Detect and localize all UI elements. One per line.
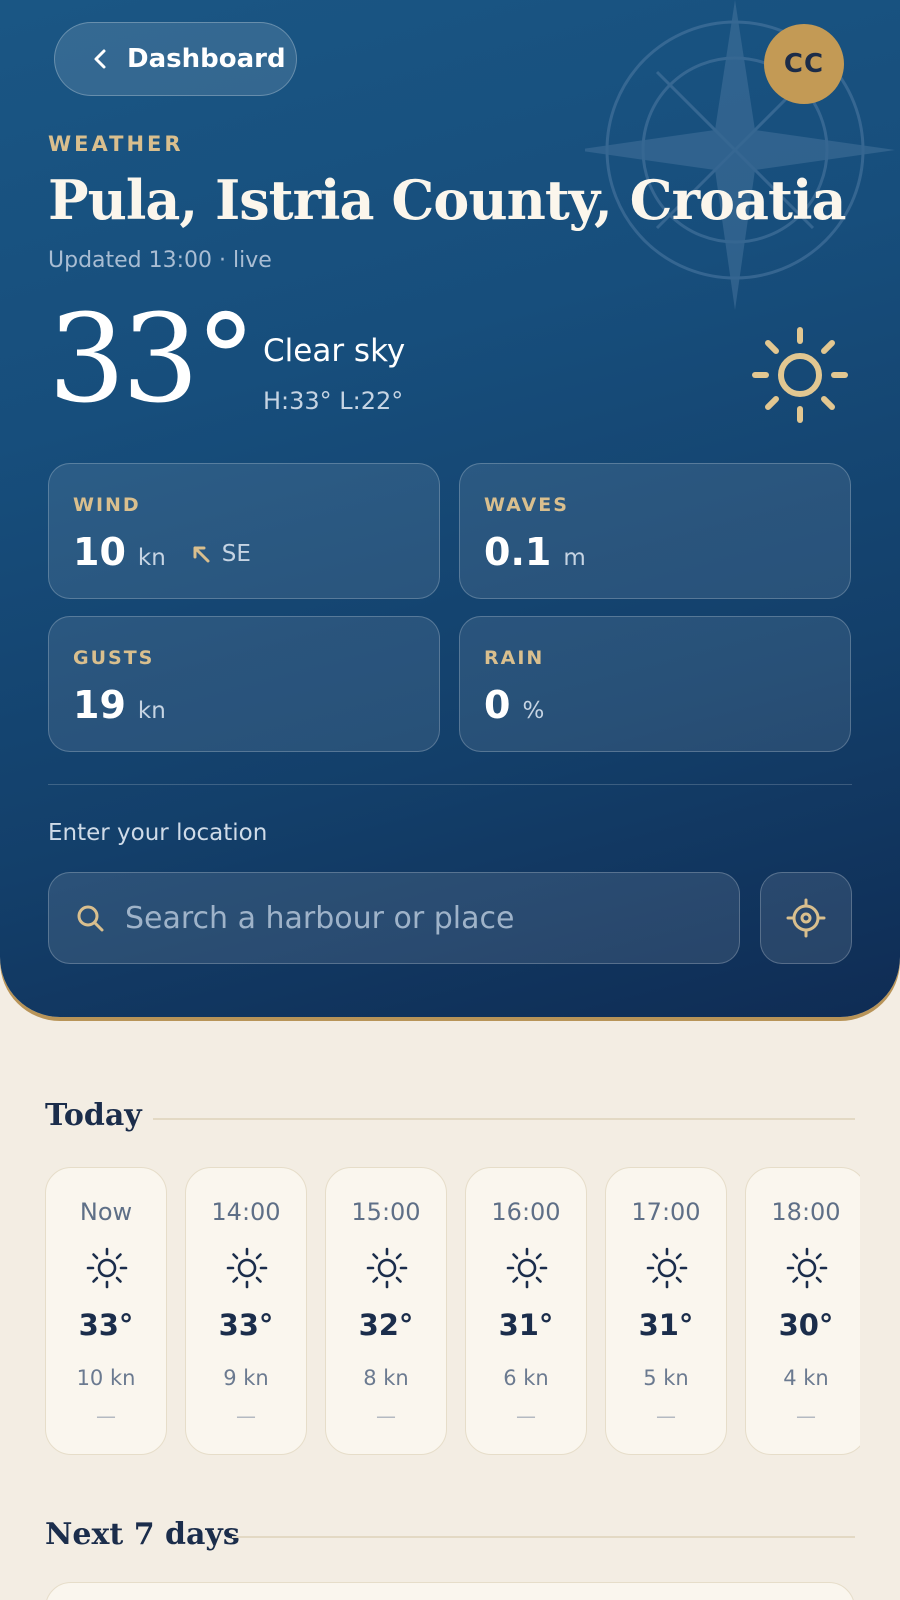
gusts-value: 19: [73, 683, 126, 727]
hour-time: 14:00: [211, 1198, 281, 1226]
hour-card[interactable]: 15:00 32° 8 kn —: [325, 1167, 447, 1455]
sun-icon: [506, 1247, 548, 1289]
hour-rain: —: [656, 1404, 676, 1428]
sun-icon: [752, 327, 848, 423]
today-divider: [153, 1118, 855, 1120]
hour-temperature: 33°: [78, 1308, 134, 1342]
hour-time: Now: [79, 1198, 133, 1226]
rain-tile: RAIN 0 %: [459, 616, 851, 752]
wind-direction: SE: [221, 541, 251, 567]
waves-label: WAVES: [484, 494, 569, 516]
section-eyebrow: WEATHER: [48, 132, 184, 156]
hour-rain: —: [516, 1404, 536, 1428]
hour-card[interactable]: 14:00 33° 9 kn —: [185, 1167, 307, 1455]
divider: [48, 784, 852, 785]
wind-unit: kn: [137, 545, 166, 571]
wind-tile: WIND 10 kn SE: [48, 463, 440, 599]
search-icon: [77, 905, 104, 932]
location-title: Pula, Istria County, Croatia: [48, 168, 846, 232]
crosshair-icon: [786, 898, 826, 938]
hour-wind: 8 kn: [363, 1366, 409, 1390]
arrow-up-left-icon: [193, 546, 210, 563]
hour-rain: —: [236, 1404, 256, 1428]
sun-icon: [366, 1247, 408, 1289]
today-title: Today: [45, 1098, 142, 1133]
daily-forecast-card[interactable]: [45, 1582, 855, 1600]
search-field[interactable]: [48, 872, 740, 964]
sun-icon: [226, 1247, 268, 1289]
location-input-label: Enter your location: [48, 820, 268, 846]
hour-rain: —: [96, 1404, 116, 1428]
hour-wind: 6 kn: [503, 1366, 549, 1390]
sun-icon: [786, 1247, 828, 1289]
hour-wind: 9 kn: [223, 1366, 269, 1390]
updated-timestamp: Updated 13:00 · live: [48, 248, 272, 273]
gusts-unit: kn: [137, 698, 166, 724]
hour-card[interactable]: 16:00 31° 6 kn —: [465, 1167, 587, 1455]
rain-unit: %: [522, 698, 545, 724]
back-to-dashboard-button[interactable]: Dashboard: [54, 22, 297, 96]
rain-value: 0: [484, 683, 511, 727]
wind-value: 10: [73, 530, 126, 574]
hour-card[interactable]: 18:00 30° 4 kn —: [745, 1167, 860, 1455]
hour-wind: 5 kn: [643, 1366, 689, 1390]
user-avatar[interactable]: CC: [764, 24, 844, 104]
hour-temperature: 30°: [778, 1308, 834, 1342]
hour-card[interactable]: Now 33° 10 kn —: [45, 1167, 167, 1455]
hour-time: 17:00: [631, 1198, 701, 1226]
hour-rain: —: [376, 1404, 396, 1428]
hour-temperature: 31°: [498, 1308, 554, 1342]
high-low-temperature: H:33° L:22°: [263, 387, 404, 415]
wind-label: WIND: [73, 494, 141, 516]
hour-wind: 10 kn: [76, 1366, 136, 1390]
waves-tile: WAVES 0.1 m: [459, 463, 851, 599]
weather-hero: Dashboard CC WEATHER Pula, Istria County…: [0, 0, 900, 1017]
hour-temperature: 32°: [358, 1308, 414, 1342]
gusts-tile: GUSTS 19 kn: [48, 616, 440, 752]
waves-unit: m: [563, 545, 586, 571]
search-input[interactable]: [125, 900, 705, 936]
use-my-location-button[interactable]: [760, 872, 852, 964]
rain-label: RAIN: [484, 647, 545, 669]
compass-rose-icon: [585, 0, 895, 310]
hour-rain: —: [796, 1404, 816, 1428]
chevron-left-icon: [94, 49, 106, 69]
hour-temperature: 31°: [638, 1308, 694, 1342]
hour-time: 16:00: [491, 1198, 561, 1226]
waves-value: 0.1: [484, 530, 552, 574]
current-condition: Clear sky: [263, 333, 406, 369]
next-days-title: Next 7 days: [45, 1517, 240, 1552]
sun-icon: [646, 1247, 688, 1289]
back-button-label: Dashboard: [127, 44, 286, 74]
hour-time: 15:00: [351, 1198, 421, 1226]
current-temperature: 33°: [48, 288, 256, 430]
hour-time: 18:00: [771, 1198, 841, 1226]
hour-card[interactable]: 17:00 31° 5 kn —: [605, 1167, 727, 1455]
next-days-divider: [232, 1536, 855, 1538]
hour-wind: 4 kn: [783, 1366, 829, 1390]
sun-icon: [86, 1247, 128, 1289]
hourly-forecast-strip[interactable]: Now 33° 10 kn — 14:00 33° 9 kn — 15:00 3…: [45, 1167, 860, 1457]
hour-temperature: 33°: [218, 1308, 274, 1342]
gusts-label: GUSTS: [73, 647, 155, 669]
